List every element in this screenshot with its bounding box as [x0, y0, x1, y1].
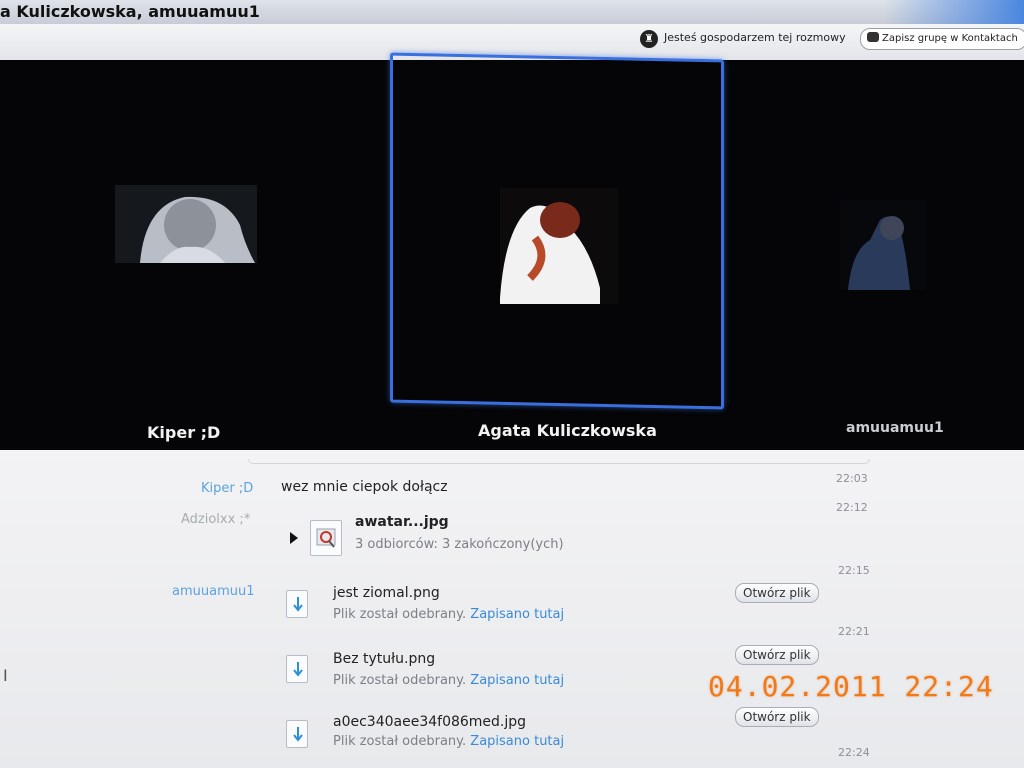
save-group-button[interactable]: Zapisz grupę w Kontaktach	[860, 28, 1024, 50]
video-tile-agata[interactable]	[500, 188, 618, 304]
camera-date-stamp: 04.02.2011 22:24	[708, 670, 994, 703]
video-conference-area: Kiper ;D Agata Kuliczkowska amuuamuu1	[0, 52, 1024, 450]
file-name[interactable]: awatar...jpg	[355, 514, 449, 530]
participant-photo	[115, 185, 257, 263]
download-file-icon[interactable]	[286, 590, 308, 618]
file-received-text: Plik został odebrany.	[333, 673, 467, 688]
video-tile-amuuamuu1[interactable]	[840, 200, 926, 290]
download-file-icon[interactable]	[286, 655, 308, 683]
down-arrow-icon	[293, 597, 303, 612]
save-group-label: Zapisz grupę w Kontaktach	[882, 33, 1018, 44]
window-title: a Kuliczkowska, amuuamuu1	[0, 2, 260, 21]
chat-history[interactable]: Kiper ;D wez mnie ciepok dołącz 22:03 Ad…	[0, 450, 1024, 768]
message-time: 22:03	[836, 472, 868, 485]
message-time: 22:21	[838, 625, 870, 638]
file-status: Plik został odebrany. Zapisano tutaj	[333, 734, 564, 749]
message-time: 22:12	[836, 501, 868, 514]
message-sender[interactable]: Adziolxx ;*	[181, 512, 250, 527]
participant-name-agata: Agata Kuliczkowska	[478, 421, 657, 440]
video-tile-kiper[interactable]	[115, 185, 257, 263]
host-icon: ♜	[640, 30, 658, 48]
contacts-group-icon	[867, 32, 879, 42]
download-file-icon[interactable]	[286, 720, 308, 748]
message-time: 22:24	[838, 746, 870, 759]
saved-here-link[interactable]: Zapisano tutaj	[470, 607, 564, 622]
host-status-text: Jesteś gospodarzem tej rozmowy	[664, 31, 846, 44]
saved-here-link[interactable]: Zapisano tutaj	[470, 734, 564, 749]
participant-photo	[500, 188, 618, 304]
message-sender[interactable]: Kiper ;D	[201, 481, 253, 496]
file-status: Plik został odebrany. Zapisano tutaj	[333, 607, 564, 622]
chat-separator	[248, 459, 870, 464]
magnifier-icon	[316, 528, 336, 548]
file-received-text: Plik został odebrany.	[333, 607, 467, 622]
participant-photo	[840, 200, 926, 290]
message-sender[interactable]: amuuamuu1	[172, 584, 255, 599]
expand-arrow-icon[interactable]	[290, 532, 298, 544]
down-arrow-icon	[293, 662, 303, 677]
image-file-icon[interactable]	[310, 520, 342, 556]
message-time: 22:15	[838, 564, 870, 577]
open-file-button[interactable]: Otwórz plik	[735, 707, 819, 727]
file-name[interactable]: a0ec340aee34f086med.jpg	[333, 714, 526, 730]
file-transfer-status: 3 odbiorców: 3 zakończony(ych)	[355, 537, 564, 552]
file-name[interactable]: jest ziomal.png	[333, 585, 440, 601]
text-cursor-icon: I	[3, 666, 8, 685]
open-file-button[interactable]: Otwórz plik	[735, 583, 819, 603]
titlebar-accent	[884, 0, 1024, 24]
file-received-text: Plik został odebrany.	[333, 734, 467, 749]
file-status: Plik został odebrany. Zapisano tutaj	[333, 673, 564, 688]
participant-name-kiper: Kiper ;D	[147, 423, 221, 442]
file-name[interactable]: Bez tytułu.png	[333, 651, 435, 667]
window-titlebar: a Kuliczkowska, amuuamuu1	[0, 0, 1024, 24]
saved-here-link[interactable]: Zapisano tutaj	[470, 673, 564, 688]
message-text: wez mnie ciepok dołącz	[281, 479, 448, 495]
down-arrow-icon	[293, 727, 303, 742]
participant-name-amuuamuu1: amuuamuu1	[846, 420, 944, 436]
open-file-button[interactable]: Otwórz plik	[735, 645, 819, 665]
